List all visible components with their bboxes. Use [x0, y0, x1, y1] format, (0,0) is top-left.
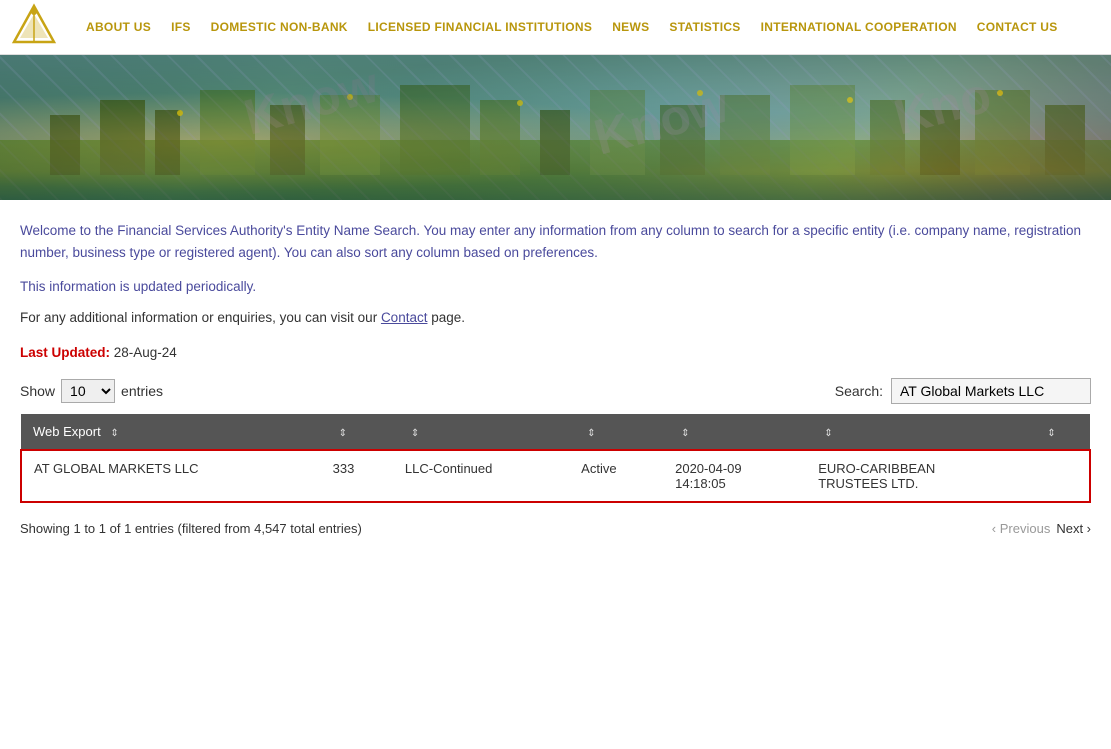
results-table: Web Export ⇕ ⇕ ⇕ ⇕ ⇕ ⇕ [20, 414, 1091, 503]
show-label: Show [20, 383, 55, 399]
table-header-row: Web Export ⇕ ⇕ ⇕ ⇕ ⇕ ⇕ [21, 414, 1090, 450]
next-button[interactable]: Next › [1056, 521, 1091, 536]
col-2[interactable]: ⇕ [321, 414, 393, 450]
search-box: Search: [835, 378, 1091, 404]
table-footer: Showing 1 to 1 of 1 entries (filtered fr… [20, 513, 1091, 544]
sort-icon-5: ⇕ [681, 428, 689, 439]
nav-statistics[interactable]: STATISTICS [659, 20, 750, 34]
previous-button[interactable]: ‹ Previous [992, 521, 1051, 536]
nav-links: ABOUT US IFS DOMESTIC NON-BANK LICENSED … [76, 20, 1068, 34]
show-entries-control: Show 10 25 50 100 entries [20, 379, 163, 403]
col-5[interactable]: ⇕ [663, 414, 806, 450]
pagination: ‹ Previous Next › [992, 521, 1091, 536]
nav-news[interactable]: NEWS [602, 20, 659, 34]
nav-intl-coop[interactable]: INTERNATIONAL COOPERATION [751, 20, 967, 34]
table-controls: Show 10 25 50 100 entries Search: [20, 378, 1091, 404]
sort-icon-2: ⇕ [339, 428, 347, 439]
search-input[interactable] [891, 378, 1091, 404]
cell-extra [1029, 450, 1090, 502]
nav-contact-us[interactable]: CONTACT US [967, 20, 1068, 34]
col-web-export[interactable]: Web Export ⇕ [21, 414, 321, 450]
sort-icon-6: ⇕ [824, 428, 832, 439]
navigation: ABOUT US IFS DOMESTIC NON-BANK LICENSED … [0, 0, 1111, 55]
nav-about-us[interactable]: ABOUT US [76, 20, 161, 34]
cell-status: Active [569, 450, 663, 502]
cell-reg-number: 333 [321, 450, 393, 502]
nav-domestic-non-bank[interactable]: DOMESTIC NON-BANK [201, 20, 358, 34]
site-logo[interactable] [10, 2, 58, 53]
hero-image: Know Know Kno [0, 55, 1111, 200]
col-3[interactable]: ⇕ [393, 414, 569, 450]
contact-link[interactable]: Contact [381, 310, 428, 325]
col-4[interactable]: ⇕ [569, 414, 663, 450]
nav-ifs[interactable]: IFS [161, 20, 201, 34]
sort-icon: ⇕ [110, 428, 118, 439]
sort-icon-4: ⇕ [587, 428, 595, 439]
intro-paragraph: Welcome to the Financial Services Author… [20, 220, 1091, 263]
enquiry-paragraph: For any additional information or enquir… [20, 310, 1091, 325]
cell-date: 2020-04-0914:18:05 [663, 450, 806, 502]
sort-icon-3: ⇕ [411, 428, 419, 439]
cell-agent: EURO-CARIBBEANTRUSTEES LTD. [806, 450, 1029, 502]
search-label: Search: [835, 383, 883, 399]
showing-entries: Showing 1 to 1 of 1 entries (filtered fr… [20, 521, 362, 536]
cell-company-name: AT GLOBAL MARKETS LLC [21, 450, 321, 502]
col-6[interactable]: ⇕ [806, 414, 1029, 450]
entries-label: entries [121, 383, 163, 399]
update-notice: This information is updated periodically… [20, 279, 1091, 294]
nav-licensed-fi[interactable]: LICENSED FINANCIAL INSTITUTIONS [358, 20, 602, 34]
cell-business-type: LLC-Continued [393, 450, 569, 502]
last-updated-label: Last Updated: [20, 345, 110, 360]
col-7[interactable]: ⇕ [1029, 414, 1090, 450]
sort-icon-7: ⇕ [1047, 428, 1055, 439]
last-updated-value: 28-Aug-24 [110, 345, 177, 360]
last-updated: Last Updated: 28-Aug-24 [20, 345, 1091, 360]
main-content: Welcome to the Financial Services Author… [0, 200, 1111, 554]
table-row: AT GLOBAL MARKETS LLC 333 LLC-Continued … [21, 450, 1090, 502]
entries-select[interactable]: 10 25 50 100 [61, 379, 115, 403]
